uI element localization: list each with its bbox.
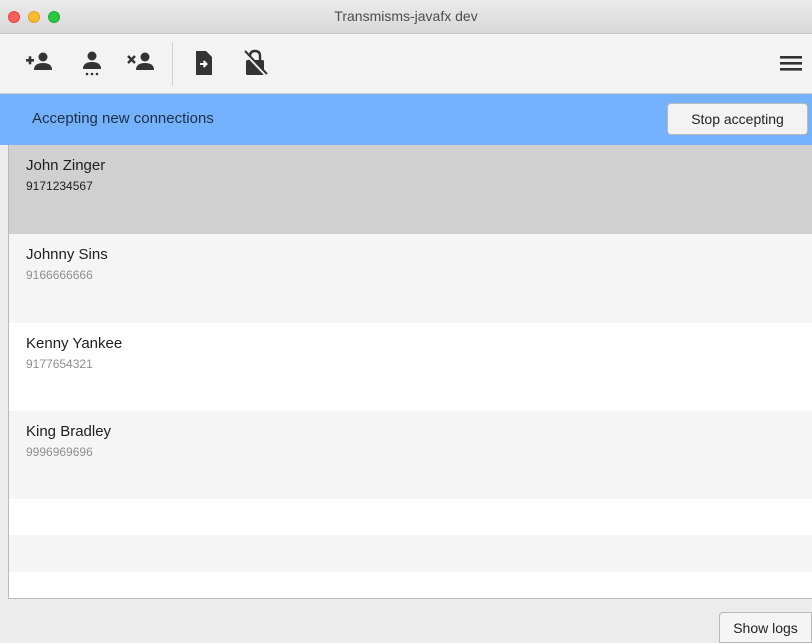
- contact-phone: 9996969696: [26, 445, 93, 459]
- contact-row[interactable]: John Zinger 9171234567: [9, 145, 812, 234]
- contact-name: Johnny Sins: [26, 246, 108, 263]
- window-title: Transmisms-javafx dev: [334, 8, 478, 24]
- contact-phone: 9177654321: [26, 357, 93, 371]
- import-file-icon[interactable]: [189, 48, 219, 78]
- show-logs-button[interactable]: Show logs: [719, 612, 812, 643]
- empty-list-row: [9, 499, 812, 535]
- bottom-bar: Show logs: [0, 600, 812, 643]
- remove-contact-icon[interactable]: [126, 48, 156, 78]
- connection-banner: Accepting new connections Stop accepting: [0, 94, 812, 145]
- menu-icon[interactable]: [776, 48, 806, 78]
- contact-row[interactable]: King Bradley 9996969696: [9, 411, 812, 499]
- contact-name: King Bradley: [26, 423, 112, 440]
- contact-row[interactable]: Kenny Yankee 9177654321: [9, 323, 812, 411]
- contact-name: Kenny Yankee: [26, 335, 123, 352]
- contact-phone: 9171234567: [26, 179, 93, 193]
- stop-accepting-button[interactable]: Stop accepting: [667, 103, 808, 135]
- toolbar-separator: [172, 42, 173, 86]
- contact-phone: 9166666666: [26, 268, 93, 282]
- toolbar: [0, 34, 812, 94]
- contact-name: John Zinger: [26, 157, 106, 174]
- empty-list-row: [9, 572, 812, 598]
- banner-status-text: Accepting new connections: [32, 110, 214, 127]
- empty-list-row: [9, 535, 812, 572]
- title-bar: Transmisms-javafx dev: [0, 0, 812, 34]
- contact-more-icon[interactable]: [77, 48, 107, 78]
- add-contact-icon[interactable]: [24, 48, 54, 78]
- lock-off-icon[interactable]: [240, 48, 270, 78]
- contact-list[interactable]: John Zinger 9171234567 Johnny Sins 91666…: [8, 145, 812, 599]
- contact-row[interactable]: Johnny Sins 9166666666: [9, 234, 812, 323]
